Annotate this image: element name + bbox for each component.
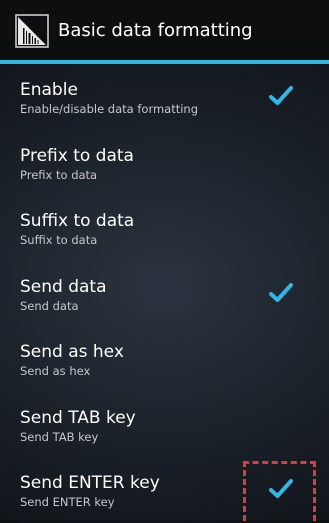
setting-label: Enable bbox=[20, 80, 78, 100]
settings-list: Enable Enable/disable data formatting Pr… bbox=[0, 64, 329, 523]
setting-summary: Send TAB key bbox=[20, 429, 99, 444]
setting-prefix-to-data[interactable]: Prefix to data Prefix to data bbox=[0, 130, 329, 196]
setting-summary: Send as hex bbox=[20, 364, 91, 378]
setting-label: Suffix to data bbox=[20, 211, 135, 231]
setting-enable[interactable]: Enable Enable/disable data formatting bbox=[0, 64, 329, 130]
action-bar: Basic data formatting bbox=[0, 0, 329, 64]
setting-label: Prefix to data bbox=[20, 145, 134, 166]
setting-label: Send TAB key bbox=[20, 407, 136, 428]
page-title: Basic data formatting bbox=[58, 20, 253, 41]
setting-send-as-hex[interactable]: Send as hex Send as hex bbox=[0, 326, 329, 392]
setting-summary: Suffix to data bbox=[20, 233, 98, 247]
setting-send-data[interactable]: Send data Send data bbox=[0, 261, 329, 327]
setting-summary: Send ENTER key bbox=[20, 495, 115, 509]
setting-summary: Send data bbox=[20, 298, 79, 313]
setting-label: Send data bbox=[20, 276, 107, 297]
setting-label: Send ENTER key bbox=[20, 473, 160, 493]
setting-summary: Enable/disable data formatting bbox=[20, 102, 199, 116]
highlight-box bbox=[243, 461, 316, 521]
check-icon[interactable] bbox=[268, 84, 294, 108]
app-icon[interactable] bbox=[15, 14, 49, 48]
setting-suffix-to-data[interactable]: Suffix to data Suffix to data bbox=[0, 195, 329, 261]
check-icon[interactable] bbox=[268, 281, 294, 305]
setting-summary: Prefix to data bbox=[20, 167, 98, 182]
setting-label: Send as hex bbox=[20, 342, 124, 362]
setting-send-tab-key[interactable]: Send TAB key Send TAB key bbox=[0, 392, 329, 458]
